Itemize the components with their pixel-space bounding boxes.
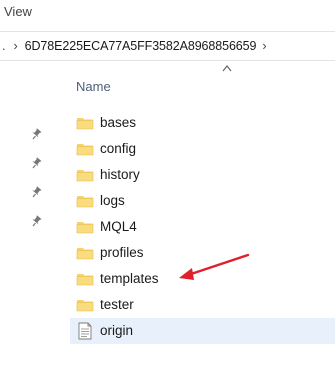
folder-icon [76, 222, 94, 234]
item-label: config [100, 141, 137, 156]
item-label: logs [100, 193, 125, 208]
ribbon-tab-view[interactable]: View [4, 4, 32, 19]
breadcrumb-current-folder[interactable]: 6D78E225ECA77A5FF3582A8968856659 [25, 39, 257, 53]
pin-icon[interactable] [30, 157, 42, 169]
breadcrumb-chevron-icon[interactable]: › [262, 39, 266, 53]
item-label: profiles [100, 245, 144, 260]
item-label: MQL4 [100, 219, 137, 234]
file-list: bases config history logs MQL4 profiles … [70, 110, 335, 344]
list-item[interactable]: tester [70, 292, 335, 318]
list-item[interactable]: logs [70, 188, 335, 214]
list-item[interactable]: bases [70, 110, 335, 136]
address-overflow[interactable]: . [2, 39, 5, 53]
folder-icon [76, 300, 94, 312]
text-file-icon [78, 322, 92, 340]
pin-icon[interactable] [30, 215, 42, 227]
list-item[interactable]: history [70, 162, 335, 188]
list-item[interactable]: origin [70, 318, 335, 344]
address-bar[interactable]: . › 6D78E225ECA77A5FF3582A8968856659 › [0, 31, 335, 61]
folder-icon [76, 196, 94, 208]
item-label: tester [100, 297, 134, 312]
list-item[interactable]: MQL4 [70, 214, 335, 240]
pin-icon[interactable] [30, 128, 42, 140]
item-label: bases [100, 115, 137, 130]
folder-icon [76, 144, 94, 156]
annotation-arrow-icon [179, 253, 250, 280]
pin-icon[interactable] [30, 186, 42, 198]
sort-ascending-icon [222, 65, 232, 72]
item-label: origin [100, 323, 134, 338]
folder-icon [76, 118, 94, 130]
item-label: templates [100, 271, 159, 286]
breadcrumb-chevron-icon[interactable]: › [13, 39, 17, 53]
folder-icon [76, 274, 94, 286]
folder-icon [76, 248, 94, 260]
item-label: history [100, 167, 140, 182]
list-item[interactable]: config [70, 136, 335, 162]
column-header-name[interactable]: Name [76, 79, 111, 94]
folder-icon [76, 170, 94, 182]
